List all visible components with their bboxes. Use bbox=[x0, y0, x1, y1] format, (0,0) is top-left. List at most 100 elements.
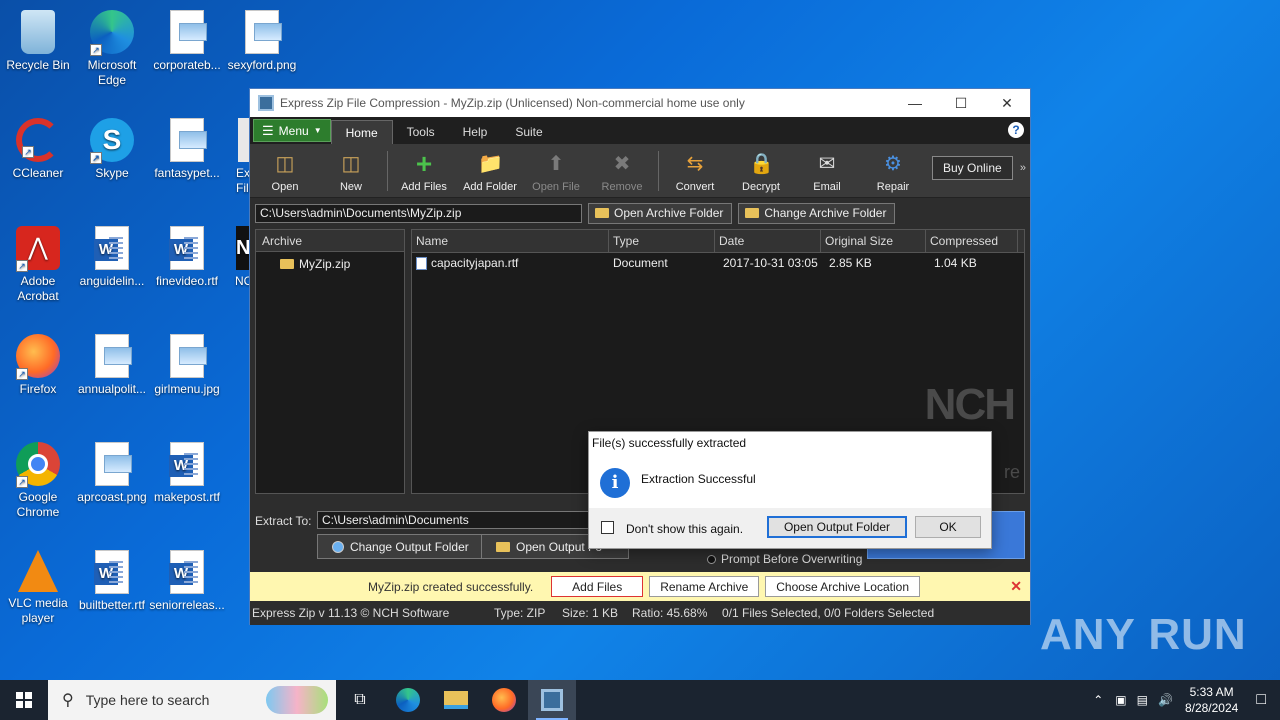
table-row[interactable]: capacityjapan.rtf Document 2017-10-31 03… bbox=[412, 253, 1024, 273]
ccleaner-icon: ↗ bbox=[16, 118, 60, 162]
clock[interactable]: 5:33 AM 8/28/2024 bbox=[1185, 684, 1238, 716]
file-desktop-icon[interactable]: sexyford.png bbox=[224, 4, 300, 73]
search-icon: ⚲ bbox=[62, 692, 74, 709]
open-archive-folder-button[interactable]: Open Archive Folder bbox=[588, 202, 733, 224]
column-type[interactable]: Type bbox=[609, 230, 715, 252]
window-title: Express Zip File Compression - MyZip.zip… bbox=[280, 96, 745, 110]
ccleaner-desktop-icon[interactable]: ↗ CCleaner bbox=[0, 112, 76, 181]
edge-icon: ↗ bbox=[90, 10, 134, 56]
vlc-desktop-icon[interactable]: VLC media player bbox=[0, 544, 76, 626]
row-type: Document bbox=[613, 256, 668, 270]
remove-button[interactable]: ✖ Remove bbox=[589, 145, 655, 197]
add-folder-button[interactable]: 📁 Add Folder bbox=[457, 145, 523, 197]
tab-help[interactable]: Help bbox=[449, 120, 502, 144]
nch-desktop-icon[interactable]: N NC bbox=[226, 220, 250, 289]
buy-online-button[interactable]: Buy Online bbox=[932, 156, 1013, 180]
close-button[interactable]: ✕ bbox=[984, 89, 1030, 117]
file-desktop-icon[interactable]: fantasypet... bbox=[149, 112, 225, 181]
open-file-button[interactable]: ⬆ Open File bbox=[523, 145, 589, 197]
skype-desktop-icon[interactable]: S ↗ Skype bbox=[74, 112, 150, 181]
rtf-desktop-icon[interactable]: seniorreleas... bbox=[149, 544, 225, 613]
prompt-overwrite-option[interactable]: Prompt Before Overwriting bbox=[707, 552, 862, 566]
desktop-icon-label: annualpolit... bbox=[77, 382, 147, 396]
ok-button[interactable]: OK bbox=[915, 516, 981, 538]
file-desktop-icon[interactable]: girlmenu.jpg bbox=[149, 328, 225, 397]
column-date[interactable]: Date bbox=[715, 230, 821, 252]
email-button[interactable]: ✉ Email bbox=[794, 145, 860, 197]
up-arrow-icon: ⬆ bbox=[547, 153, 565, 175]
column-name[interactable]: Name bbox=[412, 230, 609, 252]
minimize-button[interactable]: — bbox=[892, 89, 938, 117]
choose-archive-location-button[interactable]: Choose Archive Location bbox=[765, 576, 920, 597]
chrome-desktop-icon[interactable]: ↗ Google Chrome bbox=[0, 436, 76, 520]
extract-to-label: Extract To: bbox=[255, 514, 312, 528]
vlc-icon bbox=[18, 550, 58, 592]
rtf-desktop-icon[interactable]: makepost.rtf bbox=[149, 436, 225, 505]
search-placeholder: Type here to search bbox=[85, 692, 210, 708]
taskbar-file-explorer[interactable] bbox=[432, 680, 480, 720]
new-button[interactable]: ◫ New bbox=[318, 145, 384, 197]
taskbar-search-box[interactable]: ⚲ Type here to search bbox=[48, 680, 336, 720]
column-compressed[interactable]: Compressed bbox=[926, 230, 1018, 252]
add-files-button[interactable]: + Add Files bbox=[391, 145, 457, 197]
start-button[interactable] bbox=[0, 680, 48, 720]
acrobat-desktop-icon[interactable]: ⋀ ↗ Adobe Acrobat bbox=[0, 220, 76, 304]
rtf-desktop-icon[interactable]: anguidelin... bbox=[74, 220, 150, 289]
rename-archive-button[interactable]: Rename Archive bbox=[649, 576, 760, 597]
notification-bar: MyZip.zip created successfully. Add File… bbox=[250, 572, 1030, 601]
network-icon[interactable]: ▤ bbox=[1137, 693, 1148, 707]
close-notification-icon[interactable]: ✕ bbox=[1010, 578, 1022, 595]
desktop-icon-label: anguidelin... bbox=[79, 274, 145, 288]
file-desktop-icon[interactable]: annualpolit... bbox=[74, 328, 150, 397]
notice-add-files-button[interactable]: Add Files bbox=[551, 576, 644, 597]
hamburger-icon: ☰ bbox=[262, 122, 274, 138]
plus-icon: + bbox=[415, 148, 433, 179]
nch-watermark: NCH bbox=[924, 380, 1016, 429]
rtf-desktop-icon[interactable]: finevideo.rtf bbox=[149, 220, 225, 289]
tab-tools[interactable]: Tools bbox=[393, 120, 449, 144]
desktop-icon-label: CCleaner bbox=[12, 166, 64, 180]
change-archive-folder-button[interactable]: Change Archive Folder bbox=[738, 202, 896, 224]
more-icon[interactable]: » bbox=[1020, 162, 1026, 174]
decrypt-button[interactable]: 🔒 Decrypt bbox=[728, 145, 794, 197]
file-desktop-icon[interactable]: aprcoast.png bbox=[74, 436, 150, 505]
taskbar-firefox[interactable] bbox=[480, 680, 528, 720]
express-zip-desktop-icon[interactable]: Exp File bbox=[222, 112, 252, 196]
chevron-up-icon[interactable]: ⌃ bbox=[1093, 693, 1103, 707]
open-output-folder-dialog-button[interactable]: Open Output Folder bbox=[767, 516, 907, 538]
remove-label: Remove bbox=[601, 181, 643, 193]
lock-icon: 🔒 bbox=[749, 153, 774, 175]
maximize-button[interactable]: ☐ bbox=[938, 89, 984, 117]
column-original-size[interactable]: Original Size bbox=[821, 230, 926, 252]
dont-show-checkbox[interactable] bbox=[601, 521, 614, 534]
change-output-folder-button[interactable]: Change Output Folder bbox=[317, 534, 484, 559]
repair-button[interactable]: ⚙ Repair bbox=[860, 145, 926, 197]
extract-path-field[interactable]: C:\Users\admin\Documents bbox=[317, 511, 607, 529]
express-zip-icon bbox=[541, 689, 563, 711]
taskbar-edge[interactable] bbox=[384, 680, 432, 720]
toolbar: ◫ Open ◫ New + Add Files 📁 Add Folder ⬆ Open … bbox=[250, 144, 1030, 198]
convert-button[interactable]: ⇆ Convert bbox=[662, 145, 728, 197]
file-desktop-icon[interactable]: corporateb... bbox=[149, 4, 225, 73]
firefox-desktop-icon[interactable]: ↗ Firefox bbox=[0, 328, 76, 397]
rtf-desktop-icon[interactable]: builtbetter.rtf bbox=[74, 544, 150, 613]
notification-text: MyZip.zip created successfully. bbox=[368, 579, 534, 594]
remove-x-icon: ✖ bbox=[613, 153, 631, 175]
tab-suite[interactable]: Suite bbox=[501, 120, 556, 144]
open-archive-folder-label: Open Archive Folder bbox=[614, 206, 724, 220]
recycle-bin-icon[interactable]: Recycle Bin bbox=[0, 4, 76, 73]
archive-path-field[interactable]: C:\Users\admin\Documents\MyZip.zip bbox=[255, 203, 582, 223]
menu-button[interactable]: ☰ Menu ▼ bbox=[253, 119, 331, 142]
meet-now-icon[interactable]: ▣ bbox=[1115, 693, 1126, 707]
tree-item-myzip[interactable]: MyZip.zip bbox=[256, 255, 404, 273]
dialog-body: i Extraction Successful bbox=[589, 454, 991, 508]
taskbar-express-zip[interactable] bbox=[528, 680, 576, 720]
help-icon[interactable]: ? bbox=[1008, 122, 1024, 138]
tab-home[interactable]: Home bbox=[330, 120, 393, 144]
open-button[interactable]: ◫ Open bbox=[252, 145, 318, 197]
clock-date: 8/28/2024 bbox=[1184, 701, 1239, 715]
volume-icon[interactable]: 🔊 bbox=[1158, 693, 1173, 707]
task-view-button[interactable]: ⧉ bbox=[336, 680, 384, 720]
notification-center-icon[interactable]: □ bbox=[1256, 691, 1266, 709]
edge-desktop-icon[interactable]: ↗ Microsoft Edge bbox=[74, 4, 150, 88]
